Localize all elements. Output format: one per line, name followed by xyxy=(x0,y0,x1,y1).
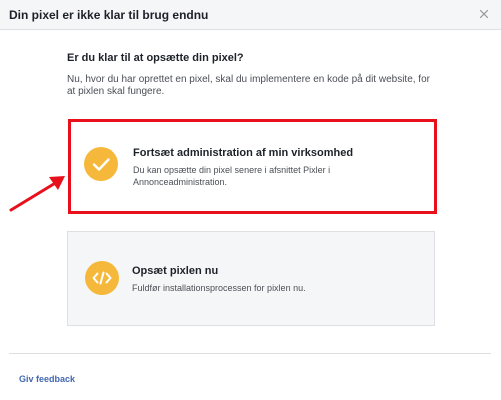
close-icon[interactable] xyxy=(477,7,491,21)
option-description: Du kan opsætte din pixel senere i afsnit… xyxy=(133,165,331,187)
setup-description: Nu, hvor du har oprettet en pixel, skal … xyxy=(67,74,430,97)
dialog-header: Din pixel er ikke klar til brug endnu xyxy=(0,0,501,30)
option-title: Fortsæt administration af min virksomhed xyxy=(133,147,354,159)
option-setup-pixel-now[interactable]: Opsæt pixlen nu Fuldfør installationspro… xyxy=(67,231,435,326)
pixel-dialog: Din pixel er ikke klar til brug endnu Er… xyxy=(0,0,501,400)
option-description: Fuldfør installationsprocessen for pixle… xyxy=(132,283,306,293)
setup-question: Er du klar til at opsætte din pixel? xyxy=(67,52,244,64)
code-icon xyxy=(85,261,119,295)
checkmark-icon xyxy=(84,147,118,181)
red-arrow-icon xyxy=(9,176,65,212)
option-continue-business[interactable]: Fortsæt administration af min virksomhed… xyxy=(68,119,437,214)
footer-divider xyxy=(9,353,491,354)
option-title: Opsæt pixlen nu xyxy=(132,265,219,277)
dialog-title: Din pixel er ikke klar til brug endnu xyxy=(9,8,209,22)
feedback-link[interactable]: Giv feedback xyxy=(19,374,75,384)
